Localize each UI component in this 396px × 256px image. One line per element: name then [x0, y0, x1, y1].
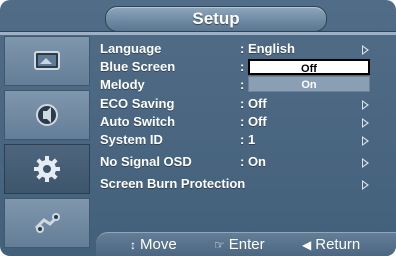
menu-item-auto-switch[interactable]: Auto Switch : Off — [100, 114, 390, 130]
enter-hint: ☞ Enter — [214, 233, 265, 256]
chevron-right-icon — [362, 45, 369, 55]
menu-item-label: Screen Burn Protection — [100, 176, 246, 191]
sound-icon — [36, 104, 58, 126]
menu-item-label: Melody — [100, 77, 145, 92]
chevron-right-icon — [362, 180, 369, 190]
sidebar-item-input[interactable] — [4, 198, 90, 248]
enter-label: Enter — [228, 236, 265, 253]
menu-item-value: : — [240, 59, 245, 74]
title-bar: Setup — [105, 6, 327, 32]
chevron-right-icon — [362, 136, 369, 146]
setup-menu-list: Language : English Blue Screen : Melody … — [100, 36, 390, 226]
chevron-right-icon — [362, 118, 369, 128]
sidebar-item-setup[interactable] — [4, 144, 90, 194]
menu-item-screen-burn-protection[interactable]: Screen Burn Protection — [100, 176, 390, 192]
menu-item-value: : Off — [240, 114, 267, 129]
return-label: Return — [315, 236, 361, 253]
menu-item-no-signal-osd[interactable]: No Signal OSD : On — [100, 154, 390, 170]
chevron-right-icon — [362, 100, 369, 110]
setup-gear-icon — [34, 156, 60, 182]
dropdown-option-off[interactable]: Off — [248, 59, 370, 75]
menu-item-eco-saving[interactable]: ECO Saving : Off — [100, 96, 390, 112]
menu-item-label: No Signal OSD — [100, 154, 192, 169]
category-sidebar — [4, 36, 90, 248]
move-label: Move — [140, 236, 177, 253]
menu-item-value: : — [240, 77, 245, 92]
menu-item-label: Blue Screen — [100, 59, 176, 74]
menu-item-label: ECO Saving — [100, 96, 175, 111]
osd-menu-window: Setup Language: English Blue Screen: M… — [0, 0, 396, 256]
menu-item-label: Auto Switch — [100, 114, 176, 129]
menu-item-language[interactable]: Language : English — [100, 41, 390, 57]
dropdown-option-on[interactable]: On — [248, 76, 370, 92]
left-arrow-icon: ◀ — [302, 238, 312, 252]
navigation-footer: ↕ Move ☞ Enter ◀ Return — [96, 232, 396, 256]
menu-title: Setup — [192, 9, 240, 28]
up-down-arrows-icon: ↕ — [130, 238, 136, 252]
input-icon — [34, 213, 60, 233]
move-hint: ↕ Move — [130, 233, 177, 256]
blue-screen-dropdown: Off On — [248, 59, 370, 93]
menu-item-value: : 1 — [240, 132, 256, 147]
title-divider — [0, 31, 396, 35]
menu-item-value: : English — [240, 41, 295, 56]
menu-item-label: System ID — [100, 132, 163, 147]
menu-item-value: : Off — [240, 96, 267, 111]
sidebar-item-sound[interactable] — [4, 90, 90, 140]
menu-item-label: Language — [100, 41, 162, 56]
sidebar-item-picture[interactable] — [4, 36, 90, 86]
chevron-right-icon — [362, 158, 369, 168]
menu-item-system-id[interactable]: System ID : 1 — [100, 132, 390, 148]
return-hint: ◀ Return — [302, 233, 360, 256]
enter-icon: ☞ — [214, 238, 225, 252]
picture-icon — [34, 51, 60, 70]
menu-item-value: : On — [240, 154, 266, 169]
